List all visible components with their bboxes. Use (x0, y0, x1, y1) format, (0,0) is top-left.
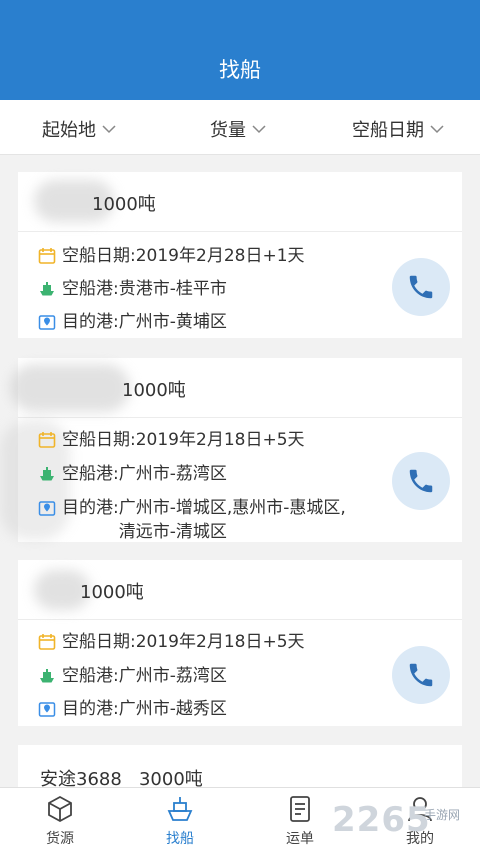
dest-label: 目的港 (62, 699, 113, 719)
call-button[interactable] (392, 452, 450, 510)
port-label: 空船港 (62, 464, 113, 484)
port-label: 空船港 (62, 279, 113, 299)
info-row-dest: 目的港: 广州市-增城区,惠州市-惠城区, 清远市-清城区 (38, 496, 346, 544)
date-value: 2019年2月18日+5天 (135, 430, 305, 450)
tab-find-ship[interactable]: 找船 (140, 788, 220, 853)
info-row-dest: 目的港: 广州市-黄埔区 (38, 310, 227, 334)
tab-cargo[interactable]: 货源 (20, 788, 100, 853)
info-row-date: 空船日期: 2019年2月28日+1天 (38, 244, 305, 268)
map-pin-icon (38, 702, 56, 717)
phone-icon (409, 469, 433, 493)
date-value: 2019年2月18日+5天 (135, 632, 305, 652)
dest-value: 广州市-黄埔区 (118, 312, 227, 332)
info-row-port: 空船港: 广州市-荔湾区 (38, 664, 227, 688)
filter-origin-label: 起始地 (42, 120, 96, 141)
date-label: 空船日期 (62, 246, 130, 266)
dest-label: 目的港 (62, 312, 113, 332)
filter-date-label: 空船日期 (352, 120, 424, 141)
ship-card[interactable]: 1000吨 空船日期: 2019年2月18日+5天 空船港: 广州市-荔湾区 目… (0, 358, 462, 544)
card-title: 1000吨 (122, 380, 186, 401)
date-value: 2019年2月28日+1天 (135, 246, 305, 266)
chevron-down-icon (430, 125, 444, 134)
dest-value: 广州市-越秀区 (118, 699, 227, 719)
map-pin-icon (38, 501, 56, 516)
redaction-smear (10, 364, 130, 412)
box-icon (48, 795, 72, 823)
call-button[interactable] (392, 646, 450, 704)
ship-icon (167, 797, 193, 821)
info-row-date: 空船日期: 2019年2月18日+5天 (38, 630, 305, 654)
filter-cargo-label: 货量 (210, 120, 246, 141)
ship-card[interactable]: 1000吨 空船日期: 2019年2月28日+1天 空船港: 贵港市-桂平市 目… (18, 172, 462, 338)
info-row-date: 空船日期: 2019年2月18日+5天 (38, 428, 305, 452)
map-pin-icon (38, 315, 56, 330)
call-button[interactable] (392, 258, 450, 316)
waybill-icon (290, 796, 310, 822)
info-row-dest: 目的港: 广州市-越秀区 (38, 697, 227, 721)
dest-value-line: 广州市-增城区,惠州市-惠城区, (118, 498, 346, 518)
tab-waybill[interactable]: 运单 (260, 788, 340, 853)
date-label: 空船日期 (62, 430, 130, 450)
phone-icon (409, 275, 433, 299)
dest-value-line: 清远市-清城区 (118, 522, 227, 542)
port-value: 贵港市-桂平市 (118, 279, 227, 299)
card-header: 1000吨 (18, 172, 462, 232)
page-title: 找船 (219, 58, 261, 82)
calendar-icon (38, 634, 56, 650)
chevron-down-icon (252, 125, 266, 134)
filter-origin[interactable]: 起始地 (42, 116, 116, 142)
tab-label: 找船 (166, 831, 194, 847)
watermark-subtext: 手游网 (424, 808, 461, 822)
watermark-logo: 2265 (332, 800, 431, 840)
card-header: 1000吨 (18, 560, 462, 620)
card-header: 1000吨 (10, 358, 462, 418)
ship-card[interactable]: 1000吨 空船日期: 2019年2月18日+5天 空船港: 广州市-荔湾区 目… (18, 560, 462, 726)
tab-label: 货源 (46, 831, 74, 847)
app-header: 找船 (0, 0, 480, 100)
dest-label: 目的港 (62, 498, 113, 518)
tab-label: 运单 (286, 831, 314, 847)
filter-bar: 起始地 货量 空船日期 (0, 100, 480, 155)
ship-icon (40, 282, 54, 296)
ship-icon (40, 669, 54, 683)
port-value: 广州市-荔湾区 (118, 464, 227, 484)
card-title: 1000吨 (80, 582, 144, 603)
date-label: 空船日期 (62, 632, 130, 652)
ship-icon (40, 467, 54, 481)
port-label: 空船港 (62, 666, 113, 686)
port-value: 广州市-荔湾区 (118, 666, 227, 686)
calendar-icon (38, 248, 56, 264)
card-title: 1000吨 (92, 194, 156, 215)
calendar-icon (38, 432, 56, 448)
filter-cargo[interactable]: 货量 (210, 116, 266, 142)
info-row-port: 空船港: 贵港市-桂平市 (38, 277, 227, 301)
filter-date[interactable]: 空船日期 (352, 116, 444, 142)
info-row-port: 空船港: 广州市-荔湾区 (38, 462, 227, 486)
chevron-down-icon (102, 125, 116, 134)
phone-icon (409, 663, 433, 687)
